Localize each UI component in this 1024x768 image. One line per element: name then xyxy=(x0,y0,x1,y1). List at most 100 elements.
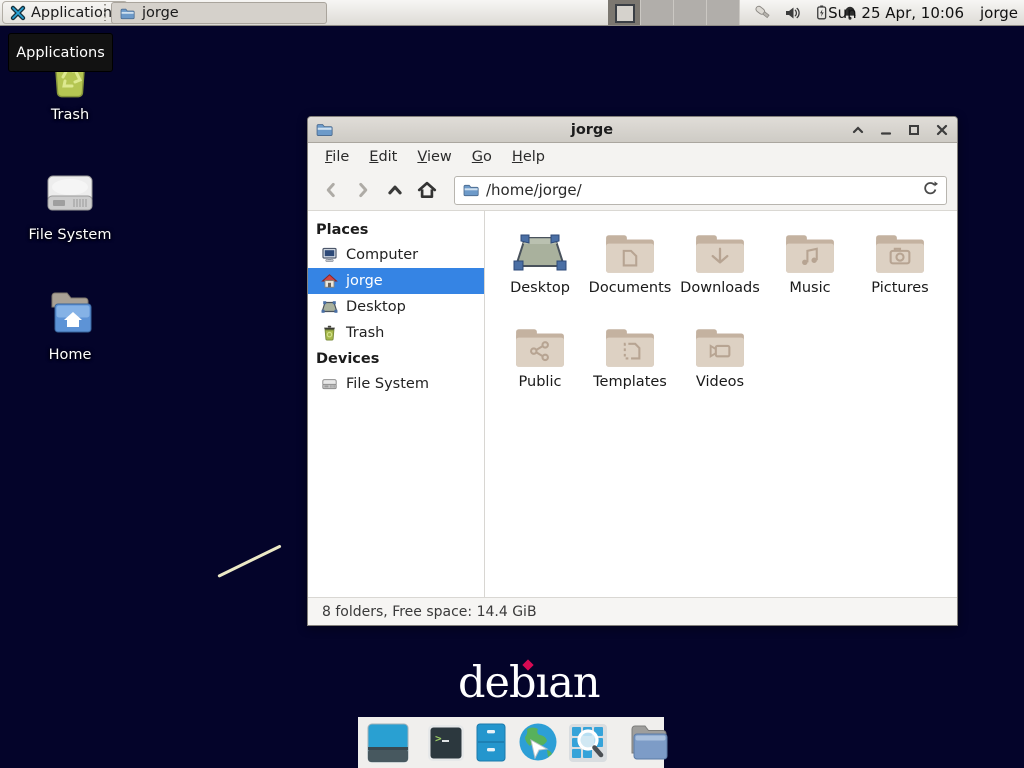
path-text: /home/jorge/ xyxy=(486,181,915,199)
menu-view[interactable]: View xyxy=(408,146,460,168)
sidebar-item-label: Computer xyxy=(346,247,418,263)
file-label: Public xyxy=(519,374,562,390)
file-label: Downloads xyxy=(680,280,760,296)
file-folder-desktop[interactable]: Desktop xyxy=(495,223,585,311)
harddrive-icon xyxy=(321,376,338,392)
applications-tooltip: Applications xyxy=(8,33,113,72)
file-label: Documents xyxy=(589,280,672,296)
file-label: Templates xyxy=(593,374,667,390)
panel-username[interactable]: jorge xyxy=(980,4,1018,22)
folder-icon[interactable] xyxy=(626,723,670,763)
taskbar-window-label: jorge xyxy=(142,5,179,21)
file-folder-music[interactable]: Music xyxy=(765,223,855,311)
file-label: Pictures xyxy=(871,280,928,296)
wallpaper-line-artifact xyxy=(217,544,281,577)
applications-menu-button[interactable]: Applications xyxy=(2,1,128,24)
menu-bar: File Edit View Go Help xyxy=(308,143,957,170)
applications-menu-label: Applications xyxy=(31,5,120,21)
panel-clock-area: Sun 25 Apr, 10:06 jorge xyxy=(828,0,1018,25)
applications-menu-icon xyxy=(10,5,26,21)
path-bar[interactable]: /home/jorge/ xyxy=(454,176,947,205)
file-cabinet-icon[interactable] xyxy=(474,723,508,763)
menu-file[interactable]: File xyxy=(316,146,358,168)
sidebar-item-file-system[interactable]: File System xyxy=(308,371,484,397)
file-folder-public[interactable]: Public xyxy=(495,317,585,405)
trash-icon xyxy=(321,325,338,341)
window-folder-icon xyxy=(316,122,333,137)
sidebar-item-label: Desktop xyxy=(346,299,406,315)
file-folder-videos[interactable]: Videos xyxy=(675,317,765,405)
sidebar-item-computer[interactable]: Computer xyxy=(308,242,484,268)
app-finder-icon[interactable] xyxy=(568,723,608,763)
computer-icon xyxy=(321,247,338,263)
file-label: Videos xyxy=(696,374,744,390)
window-titlebar[interactable]: jorge xyxy=(308,117,957,143)
menu-go[interactable]: Go xyxy=(463,146,501,168)
workspace-2[interactable] xyxy=(641,0,674,25)
folder-icon xyxy=(120,7,135,20)
desktop-icon-label: File System xyxy=(29,227,112,243)
sidebar: Places Computer jorge xyxy=(308,211,485,597)
file-folder-templates[interactable]: Templates xyxy=(585,317,675,405)
workspace-1[interactable] xyxy=(608,0,641,25)
toolbar: /home/jorge/ xyxy=(308,170,957,211)
volume-icon[interactable] xyxy=(783,4,801,22)
file-folder-pictures[interactable]: Pictures xyxy=(855,223,945,311)
top-panel: Applications jorge xyxy=(0,0,1024,26)
web-browser-icon[interactable] xyxy=(517,722,559,764)
menu-help[interactable]: Help xyxy=(503,146,554,168)
folder-music-icon xyxy=(782,223,838,275)
workspace-3[interactable] xyxy=(674,0,707,25)
taskbar-window-button[interactable]: jorge xyxy=(111,2,327,24)
status-text: 8 folders, Free space: 14.4 GiB xyxy=(322,604,537,620)
folder-pictures-icon xyxy=(872,223,928,275)
workspace-4[interactable] xyxy=(707,0,740,25)
maximize-button[interactable] xyxy=(907,123,921,137)
debian-logo: debıan xyxy=(458,658,600,708)
folder-public-icon xyxy=(512,317,568,369)
folder-documents-icon xyxy=(602,223,658,275)
sidebar-item-jorge[interactable]: jorge xyxy=(308,268,484,294)
file-manager-window: jorge File Edit View Go Help xyxy=(307,116,958,626)
sidebar-item-desktop[interactable]: Desktop xyxy=(308,294,484,320)
close-button[interactable] xyxy=(935,123,949,137)
file-label: Music xyxy=(789,280,830,296)
desktop-icon xyxy=(321,299,338,315)
desktop-icon-home[interactable]: Home xyxy=(18,288,122,363)
forward-button[interactable] xyxy=(350,177,376,203)
sidebar-header-devices: Devices xyxy=(308,346,484,371)
file-folder-documents[interactable]: Documents xyxy=(585,223,675,311)
home-button[interactable] xyxy=(414,177,440,203)
desktop-icon-label: Home xyxy=(49,347,92,363)
desktop-icon-label: Trash xyxy=(51,107,89,123)
sidebar-item-trash[interactable]: Trash xyxy=(308,320,484,346)
file-label: Desktop xyxy=(510,280,570,296)
menu-edit[interactable]: Edit xyxy=(360,146,406,168)
window-title: jorge xyxy=(333,122,851,138)
panel-handle[interactable] xyxy=(104,4,106,21)
file-list: Desktop Documents xyxy=(485,211,957,597)
terminal-icon[interactable]: > xyxy=(427,724,465,762)
minimize-button[interactable] xyxy=(879,123,893,137)
sidebar-item-label: Trash xyxy=(346,325,384,341)
desktop-special-icon xyxy=(512,223,568,275)
workspace-pager xyxy=(608,0,740,25)
status-bar: 8 folders, Free space: 14.4 GiB xyxy=(308,597,957,625)
panel-clock[interactable]: Sun 25 Apr, 10:06 xyxy=(828,4,964,22)
sidebar-item-label: File System xyxy=(346,376,429,392)
workspace-window-preview xyxy=(615,4,635,23)
shade-button[interactable] xyxy=(851,123,865,137)
show-desktop-icon[interactable] xyxy=(367,723,409,763)
folder-videos-icon xyxy=(692,317,748,369)
svg-text:>: > xyxy=(435,732,442,745)
back-button[interactable] xyxy=(318,177,344,203)
up-button[interactable] xyxy=(382,177,408,203)
file-folder-downloads[interactable]: Downloads xyxy=(675,223,765,311)
reload-button[interactable] xyxy=(922,180,938,200)
path-folder-icon xyxy=(463,183,479,197)
tray-device-icon[interactable] xyxy=(754,4,772,22)
home-icon xyxy=(321,273,338,289)
desktop-icon-file-system[interactable]: File System xyxy=(18,168,122,243)
folder-downloads-icon xyxy=(692,223,748,275)
folder-templates-icon xyxy=(602,317,658,369)
